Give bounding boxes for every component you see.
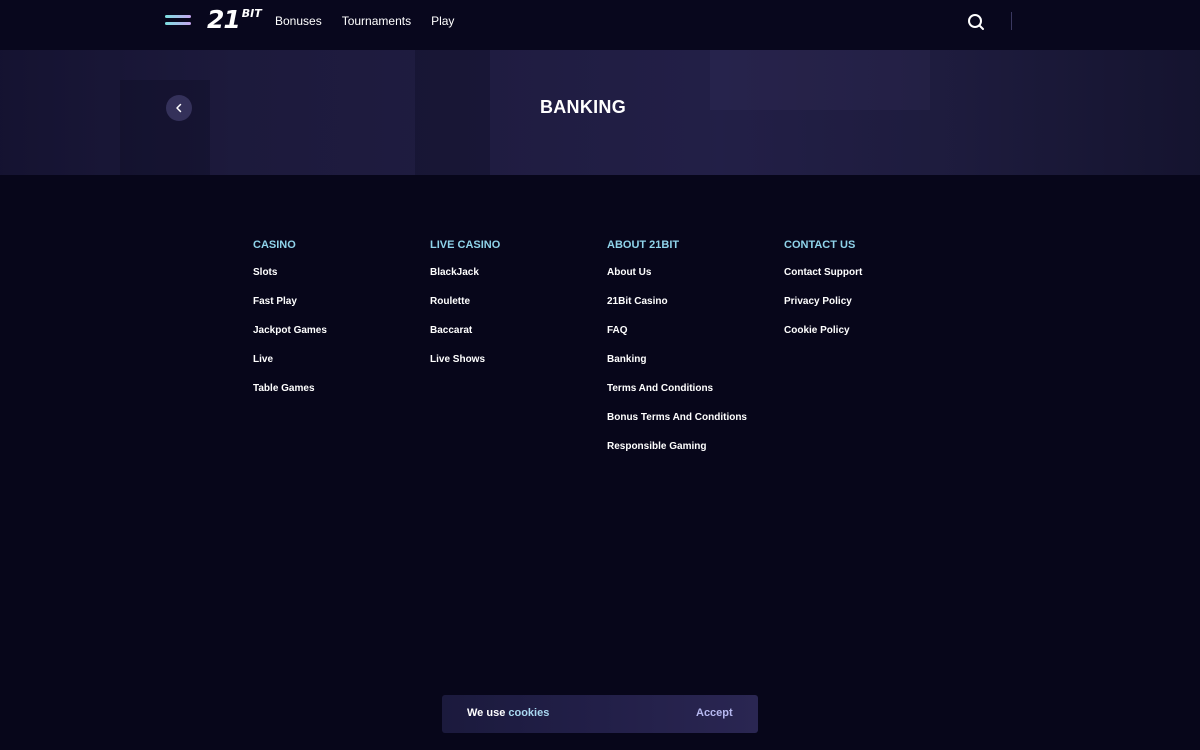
nav-tournaments[interactable]: Tournaments	[342, 14, 411, 28]
footer-link-table-games[interactable]: Table Games	[253, 382, 327, 411]
footer-column-about: ABOUT 21BIT About Us 21Bit Casino FAQ Ba…	[607, 238, 747, 469]
footer-link-contact-support[interactable]: Contact Support	[784, 266, 862, 295]
footer-link-terms[interactable]: Terms And Conditions	[607, 382, 747, 411]
footer-link-banking[interactable]: Banking	[607, 353, 747, 382]
nav-play[interactable]: Play	[431, 14, 454, 28]
back-button[interactable]	[166, 95, 192, 121]
chevron-left-icon	[176, 103, 182, 113]
nav-bonuses[interactable]: Bonuses	[275, 14, 322, 28]
footer-link-slots[interactable]: Slots	[253, 266, 327, 295]
footer-heading: LIVE CASINO	[430, 239, 501, 251]
cookie-message: We use cookies	[467, 707, 549, 719]
logo-suffix: BIT	[241, 7, 262, 20]
footer-column-live-casino: LIVE CASINO BlackJack Roulette Baccarat …	[430, 238, 500, 382]
accept-cookies-button[interactable]: Accept	[696, 707, 733, 719]
footer-link-live-shows[interactable]: Live Shows	[430, 353, 500, 382]
footer-column-contact: CONTACT US Contact Support Privacy Polic…	[784, 238, 862, 353]
footer-link-jackpot-games[interactable]: Jackpot Games	[253, 324, 327, 353]
header-divider	[1011, 12, 1012, 30]
cookie-text: We use	[467, 707, 506, 719]
footer-heading: CONTACT US	[784, 239, 856, 251]
footer-heading: CASINO	[253, 239, 296, 251]
footer-link-roulette[interactable]: Roulette	[430, 295, 500, 324]
footer-link-about-us[interactable]: About Us	[607, 266, 747, 295]
hamburger-menu-icon[interactable]	[165, 13, 193, 31]
top-navbar: 21 BIT Bonuses Tournaments Play	[0, 0, 1200, 50]
footer-link-bonus-terms[interactable]: Bonus Terms And Conditions	[607, 411, 747, 440]
cookies-link[interactable]: cookies	[508, 707, 549, 719]
footer-link-live[interactable]: Live	[253, 353, 327, 382]
footer-link-21bit-casino[interactable]: 21Bit Casino	[607, 295, 747, 324]
main-nav: Bonuses Tournaments Play	[275, 0, 474, 42]
footer-link-privacy-policy[interactable]: Privacy Policy	[784, 295, 862, 324]
search-icon[interactable]	[966, 12, 986, 32]
footer-link-responsible-gaming[interactable]: Responsible Gaming	[607, 440, 747, 469]
footer-links: CASINO Slots Fast Play Jackpot Games Liv…	[253, 238, 953, 478]
logo[interactable]: 21 BIT	[207, 6, 262, 34]
footer-column-casino: CASINO Slots Fast Play Jackpot Games Liv…	[253, 238, 327, 411]
footer-link-faq[interactable]: FAQ	[607, 324, 747, 353]
cookie-banner: We use cookies Accept	[442, 695, 758, 733]
footer-link-baccarat[interactable]: Baccarat	[430, 324, 500, 353]
footer-link-fast-play[interactable]: Fast Play	[253, 295, 327, 324]
page-title: BANKING	[539, 97, 627, 117]
footer-link-blackjack[interactable]: BlackJack	[430, 266, 500, 295]
footer-heading: ABOUT 21BIT	[607, 239, 680, 251]
logo-number: 21	[207, 5, 241, 34]
footer-link-cookie-policy[interactable]: Cookie Policy	[784, 324, 862, 353]
